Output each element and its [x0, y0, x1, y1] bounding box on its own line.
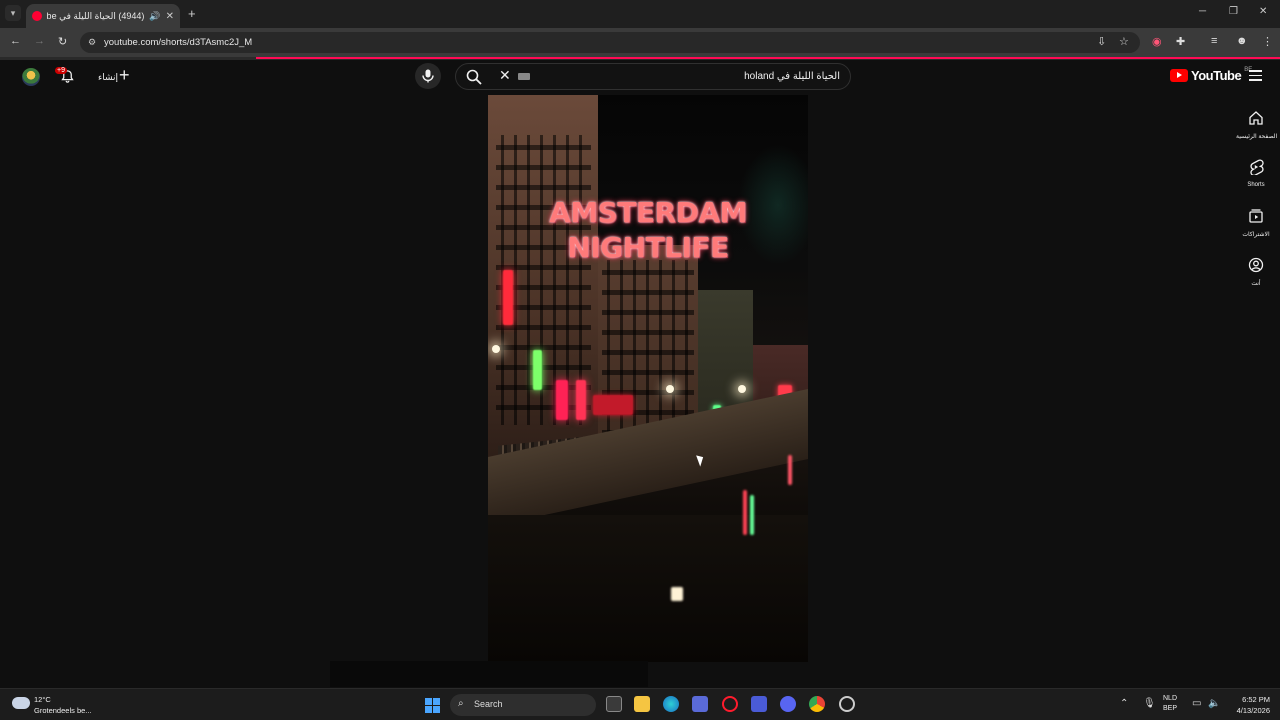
rail-label: الاشتراكات [1242, 232, 1270, 238]
url-text[interactable]: youtube.com/shorts/d3TAsmc2J_M [104, 37, 252, 48]
weather-temperature[interactable]: 12°C [34, 695, 51, 704]
guide-menu-icon[interactable] [1249, 70, 1262, 84]
you-icon [1248, 257, 1264, 273]
chrome-icon[interactable] [809, 696, 825, 712]
app-icon[interactable] [751, 696, 767, 712]
youtube-logo[interactable]: YouTube BE [1170, 67, 1252, 83]
task-view-icon[interactable] [606, 696, 622, 712]
input-language[interactable]: NLD BEP [1163, 694, 1177, 714]
notifications-count-badge: +9 [55, 67, 67, 74]
youtube-masthead: +9 إنشاء + ✕ الحياة الليلة في holand You… [0, 60, 1280, 94]
clear-search-icon[interactable]: ✕ [499, 67, 511, 84]
browser-tab[interactable]: (4944) الحياة الليلة في Tube 🔊 ✕ [26, 4, 180, 28]
rail-item-you[interactable]: أنت [1236, 257, 1276, 287]
weather-description[interactable]: Grotendeels be... [34, 706, 92, 715]
youtube-wordmark: YouTube [1191, 68, 1242, 83]
search-icon: ⌕ [458, 698, 464, 709]
microphone-icon [422, 69, 434, 83]
create-button-label[interactable]: إنشاء [98, 72, 118, 83]
tray-chevron-icon[interactable]: ⌃ [1120, 698, 1128, 709]
minimize-icon[interactable]: ─ [1199, 6, 1206, 17]
home-icon [1249, 111, 1263, 125]
restore-icon[interactable]: ❐ [1229, 6, 1238, 17]
browser-tab-strip: ▾ (4944) الحياة الليلة في Tube 🔊 ✕ + ─ ❐… [0, 0, 1280, 28]
keyboard-icon[interactable] [518, 73, 530, 80]
avatar[interactable] [22, 68, 40, 86]
search-icon[interactable] [466, 69, 482, 85]
youtube-favicon-icon [32, 11, 42, 21]
profile-icon[interactable]: ☻ [1236, 35, 1248, 47]
rail-item-home[interactable]: الصفحة الرئيسية [1236, 110, 1278, 140]
canal-water [488, 515, 808, 662]
microphone-icon[interactable]: 🎙 [1143, 698, 1156, 709]
reload-button[interactable]: ↻ [58, 35, 67, 48]
overlay-line-2: NIGHTLIFE [567, 231, 729, 264]
water-reflection [671, 587, 683, 601]
network-icon[interactable]: ▭ [1192, 698, 1201, 709]
clock-date: 4/13/2026 [1236, 706, 1270, 715]
install-app-icon[interactable]: ⇩ [1097, 35, 1106, 48]
taskbar-search[interactable]: ⌕ Search [450, 694, 596, 716]
taskbar-search-label: Search [474, 699, 503, 709]
rail-item-subscriptions[interactable]: الاشتراكات [1236, 208, 1276, 238]
create-plus-icon[interactable]: + [119, 65, 130, 85]
shorts-video-player[interactable]: AMSTERDAM NIGHTLIFE [488, 95, 808, 662]
file-explorer-icon[interactable] [634, 696, 650, 712]
search-query-text[interactable]: الحياة الليلة في holand [744, 71, 840, 82]
site-info-icon[interactable]: ⚙ [88, 37, 96, 48]
rail-label: الصفحة الرئيسية [1236, 134, 1278, 140]
water-reflection [788, 455, 792, 485]
clock-time: 6:52 PM [1242, 695, 1270, 704]
water-reflection [750, 495, 754, 535]
store-icon[interactable] [692, 696, 708, 712]
language-code: NLD [1163, 695, 1178, 702]
rail-label: Shorts [1247, 182, 1265, 188]
windows-start-icon[interactable] [425, 698, 440, 713]
water-reflection [743, 490, 747, 535]
video-overlay-title: AMSTERDAM NIGHTLIFE [488, 195, 808, 265]
new-tab-button[interactable]: + [188, 6, 196, 21]
browser-toolbar: ← → ↻ ⚙ youtube.com/shorts/d3TAsmc2J_M ⇩… [0, 28, 1280, 57]
red-window-light [556, 380, 568, 420]
tab-search-icon[interactable]: ▾ [5, 5, 21, 21]
app-icon[interactable] [839, 696, 855, 712]
windows-taskbar: 12°C Grotendeels be... ⌕ Search ⌃ 🎙 NLD … [0, 688, 1280, 720]
opera-icon[interactable] [722, 696, 738, 712]
rail-label: أنت [1251, 281, 1261, 287]
search-input[interactable]: ✕ الحياة الليلة في holand [455, 63, 851, 90]
video-bottom-bar [330, 661, 648, 687]
extension-record-icon[interactable]: ◉ [1152, 35, 1162, 48]
address-bar[interactable]: ⚙ youtube.com/shorts/d3TAsmc2J_M [80, 32, 1140, 53]
reading-list-icon[interactable]: ≡ [1211, 35, 1217, 47]
chrome-menu-icon[interactable]: ⋮ [1262, 35, 1273, 48]
red-window-light [576, 380, 586, 420]
tab-title: (4944) الحياة الليلة في Tube [47, 10, 145, 21]
bookmark-star-icon[interactable]: ☆ [1119, 35, 1129, 48]
keyboard-layout: BEP [1163, 705, 1178, 712]
voice-search-button[interactable] [415, 63, 441, 89]
youtube-play-icon [1170, 69, 1188, 82]
window-close-icon[interactable]: ✕ [1259, 6, 1267, 17]
shorts-icon [1250, 159, 1264, 177]
volume-icon[interactable]: 🔈 [1208, 698, 1220, 709]
discord-icon[interactable] [780, 696, 796, 712]
system-clock[interactable]: 6:52 PM 4/13/2026 [1228, 694, 1270, 716]
overlay-line-1: AMSTERDAM [549, 196, 747, 229]
red-awning [593, 395, 633, 415]
speaker-icon[interactable]: 🔊 [149, 11, 160, 22]
forward-button[interactable]: → [34, 35, 45, 47]
red-neon-light [503, 270, 513, 325]
extensions-icon[interactable]: ✚ [1176, 35, 1185, 48]
rail-item-shorts[interactable]: Shorts [1236, 159, 1276, 188]
street-lamp [492, 345, 500, 353]
edge-icon[interactable] [663, 696, 679, 712]
tab-close-icon[interactable]: ✕ [166, 11, 174, 22]
street-lamp [666, 385, 674, 393]
green-neon-light [533, 350, 542, 390]
back-button[interactable]: ← [10, 35, 21, 47]
cloud-icon[interactable] [12, 697, 30, 709]
street-lamp [738, 385, 746, 393]
subscriptions-icon [1249, 209, 1263, 223]
